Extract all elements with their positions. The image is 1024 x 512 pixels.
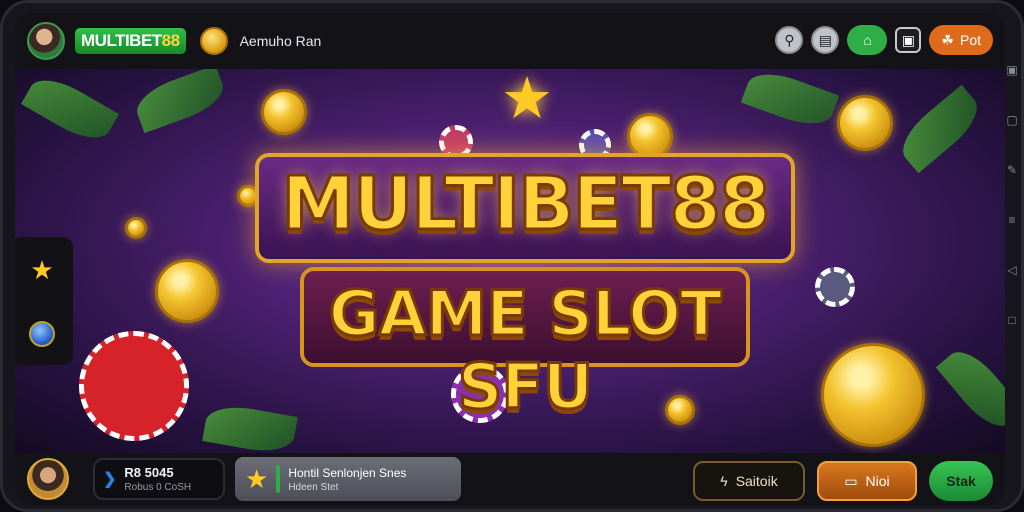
globe-icon[interactable] <box>29 321 55 348</box>
leaf-decoration <box>21 69 119 149</box>
avatar[interactable] <box>27 22 65 60</box>
logo-text: MULTIBET <box>81 31 162 50</box>
leaf-decoration <box>892 84 988 174</box>
top-bar: MULTIBET 88 Aemuho Ran ⚲ ▤ ⌂ ▣ ☘ Pot <box>15 13 1005 69</box>
leaf-decoration <box>202 401 298 453</box>
home-button[interactable]: ⌂ <box>847 25 888 55</box>
start-label: Stak <box>946 473 976 489</box>
brand-logo: MULTIBET 88 <box>75 28 186 54</box>
bot-button[interactable]: ☘ Pot <box>929 25 993 55</box>
start-button[interactable]: Stak <box>929 461 993 501</box>
coin-icon <box>155 259 219 323</box>
hero-banner: ★ MULTIBET88 GAME SLOT SFU ★ <box>15 69 1005 453</box>
promo-divider <box>276 465 281 493</box>
side-panel: ★ <box>15 237 73 365</box>
balance-text: R8 5045 Robus 0 CoSH <box>124 465 191 493</box>
balance-box[interactable]: ❯ R8 5045 Robus 0 CoSH <box>93 458 225 500</box>
poker-chip-icon <box>815 267 855 307</box>
square-icon[interactable]: □ <box>1008 313 1015 327</box>
game-screen: MULTIBET 88 Aemuho Ran ⚲ ▤ ⌂ ▣ ☘ Pot ★ M… <box>15 13 1005 505</box>
gift-button[interactable]: ▤ <box>811 26 840 54</box>
menu-icon[interactable]: ≡ <box>1008 213 1015 227</box>
lightning-icon: ϟ <box>720 473 728 489</box>
back-icon[interactable]: ◁ <box>1007 263 1016 277</box>
game-title: MULTIBET88 <box>280 160 772 249</box>
username-label: Aemuho Ran <box>239 33 322 49</box>
screenshot-icon[interactable]: ▣ <box>1006 63 1017 77</box>
search-button[interactable]: ⚲ <box>775 26 804 54</box>
edit-icon[interactable]: ✎ <box>1007 163 1017 177</box>
coin-icon <box>125 217 147 239</box>
copy-icon: ▣ <box>901 31 916 48</box>
bot-button-label: Pot <box>959 32 981 48</box>
system-rail: ▣ ▢ ✎ ≡ ◁ □ <box>1003 63 1021 423</box>
arrow-icon: ❯ <box>103 471 117 488</box>
bottom-bar: ❯ R8 5045 Robus 0 CoSH ★ Hontil Senlonje… <box>15 453 1005 505</box>
coin-icon <box>837 95 893 151</box>
phone-frame: MULTIBET 88 Aemuho Ran ⚲ ▤ ⌂ ▣ ☘ Pot ★ M… <box>0 0 1024 512</box>
collect-button[interactable]: ϟ Saitoik <box>693 461 805 501</box>
coin-icon <box>821 343 925 447</box>
promo-card[interactable]: ★ Hontil Senlonjen Snes Hdeen Stet <box>235 457 461 501</box>
player-avatar[interactable] <box>27 458 69 500</box>
window-icon[interactable]: ▢ <box>1006 113 1017 127</box>
poker-chip-icon <box>79 331 189 441</box>
promo-text: Hontil Senlonjen Snes Hdeen Stet <box>288 466 406 493</box>
collect-label: Saitoik <box>735 473 778 489</box>
home-icon: ⌂ <box>863 32 872 48</box>
coin-icon <box>199 27 228 55</box>
leaf-decoration <box>740 69 840 134</box>
promo-title: Hontil Senlonjen Snes <box>288 465 407 480</box>
bottom-actions: ϟ Saitoik ▭ Nioi Stak <box>693 461 993 501</box>
chat-label: Nioi <box>865 473 890 489</box>
bot-icon: ☘ <box>941 31 954 48</box>
game-subtitle: GAME SLOT SFU <box>327 276 723 425</box>
logo-number: 88 <box>161 31 180 50</box>
gift-icon: ▤ <box>818 31 833 48</box>
leaf-decoration <box>130 69 230 134</box>
star-icon: ★ <box>501 69 553 131</box>
message-icon: ▭ <box>844 472 858 489</box>
promo-subtitle: Hdeen Stet <box>288 481 339 493</box>
copy-button[interactable]: ▣ <box>895 27 922 53</box>
chat-button[interactable]: ▭ Nioi <box>817 461 917 501</box>
coin-icon <box>261 89 307 135</box>
star-icon: ★ <box>245 463 269 494</box>
star-icon[interactable]: ★ <box>30 255 53 286</box>
search-icon: ⚲ <box>784 31 795 48</box>
leaf-decoration <box>935 341 1005 437</box>
balance-sub: Robus 0 CoSH <box>124 482 192 493</box>
balance-value: R8 5045 <box>124 465 174 480</box>
top-actions: ⚲ ▤ ⌂ ▣ ☘ Pot <box>775 25 993 55</box>
